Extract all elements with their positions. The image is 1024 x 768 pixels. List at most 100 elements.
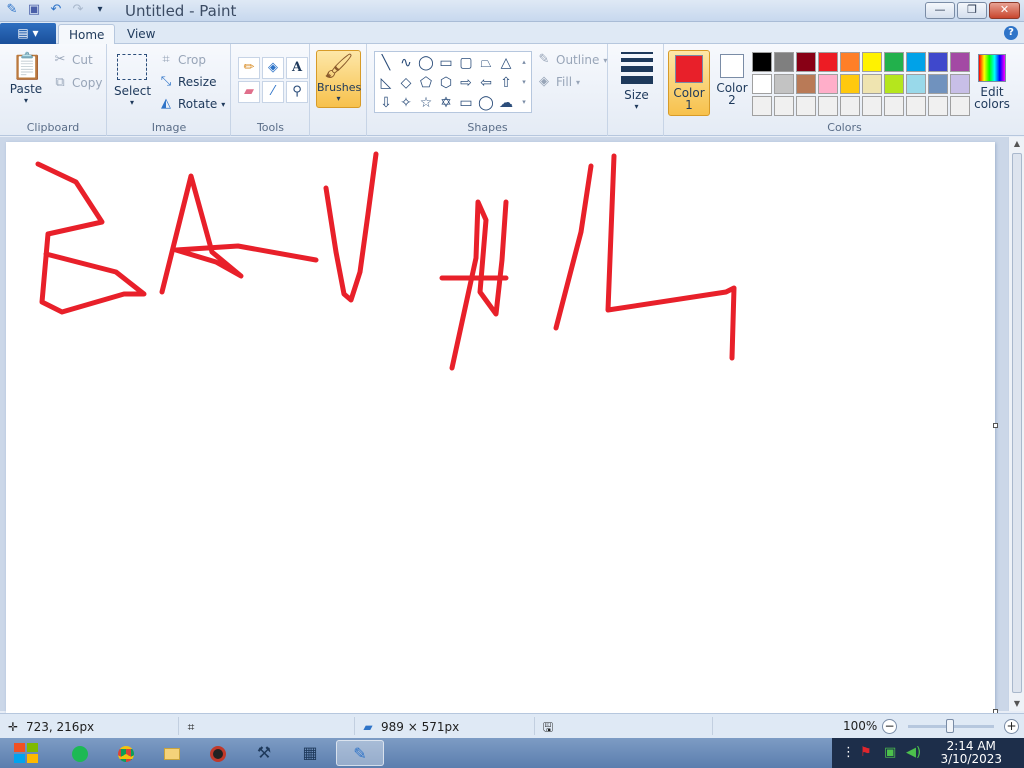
rotate-button[interactable]: ◭ Rotate ▾ — [158, 96, 225, 112]
color-picker-icon[interactable]: ⁄ — [262, 81, 284, 103]
close-button[interactable]: ✕ — [989, 2, 1020, 19]
palette-swatch[interactable] — [906, 52, 926, 72]
network-icon[interactable]: ▣ — [884, 745, 896, 760]
oval-callout-shape-icon[interactable]: ◯ — [476, 93, 496, 113]
brushes-button[interactable]: 🖌 Brushes ▾ — [316, 50, 361, 108]
tab-home[interactable]: Home — [58, 24, 116, 45]
virtualbox-icon[interactable]: ▦ — [290, 740, 330, 766]
start-button[interactable] — [4, 739, 50, 767]
palette-swatch[interactable] — [928, 52, 948, 72]
pentagon-shape-icon[interactable]: ⬠ — [416, 73, 436, 93]
palette-swatch[interactable] — [884, 96, 904, 116]
undo-icon[interactable]: ↶ — [48, 2, 64, 18]
palette-swatch[interactable] — [752, 74, 772, 94]
paint-taskbar-icon[interactable]: ✎ — [336, 740, 384, 766]
crop-button[interactable]: ⌗ Crop — [158, 52, 206, 68]
triangle-shape-icon[interactable]: △ — [496, 53, 516, 73]
clock[interactable]: 2:14 AM 3/10/2023 — [940, 740, 1002, 766]
action-center-flag-icon[interactable]: ⚑ — [860, 745, 872, 760]
color2-button[interactable]: Color 2 — [713, 54, 751, 116]
four-point-star-shape-icon[interactable]: ✧ — [396, 93, 416, 113]
palette-swatch[interactable] — [906, 96, 926, 116]
pencil-icon[interactable]: ✏ — [238, 57, 260, 79]
fill-button[interactable]: ◈ Fill ▾ — [536, 74, 580, 90]
text-icon[interactable]: A — [286, 57, 308, 79]
eraser-icon[interactable]: ▰ — [238, 81, 260, 103]
scroll-down-icon[interactable]: ▼ — [1009, 697, 1024, 711]
palette-swatch[interactable] — [840, 74, 860, 94]
palette-swatch[interactable] — [796, 96, 816, 116]
palette-swatch[interactable] — [774, 96, 794, 116]
palette-swatch[interactable] — [840, 96, 860, 116]
copy-button[interactable]: ⧉ Copy — [52, 75, 102, 91]
right-arrow-shape-icon[interactable]: ⇨ — [456, 73, 476, 93]
restore-button[interactable]: ❐ — [957, 2, 987, 19]
file-explorer-icon[interactable] — [152, 740, 192, 766]
zoom-in-icon[interactable]: + — [1004, 719, 1019, 734]
media-player-icon[interactable] — [198, 740, 238, 766]
drawing-canvas[interactable] — [6, 142, 995, 713]
vertical-scrollbar[interactable]: ▲ ▼ — [1008, 137, 1024, 711]
palette-swatch[interactable] — [884, 74, 904, 94]
redo-icon[interactable]: ↷ — [70, 2, 86, 18]
edit-colors-button[interactable]: Edit colors — [974, 54, 1010, 110]
resize-button[interactable]: ⤡ Resize — [158, 74, 217, 90]
zoom-slider-thumb[interactable] — [946, 719, 954, 733]
customize-qat-icon[interactable]: ▾ — [92, 2, 108, 18]
palette-swatch[interactable] — [774, 74, 794, 94]
magnifier-icon[interactable]: ⚲ — [286, 81, 308, 103]
tools-app-icon[interactable]: ⚒ — [244, 740, 284, 766]
palette-swatch[interactable] — [906, 74, 926, 94]
diamond-shape-icon[interactable]: ◇ — [396, 73, 416, 93]
palette-swatch[interactable] — [774, 52, 794, 72]
palette-swatch[interactable] — [862, 74, 882, 94]
spotify-icon[interactable] — [60, 740, 100, 766]
save-icon[interactable]: ▣ — [26, 2, 42, 18]
palette-swatch[interactable] — [818, 52, 838, 72]
palette-swatch[interactable] — [818, 74, 838, 94]
cloud-callout-shape-icon[interactable]: ☁ — [496, 93, 516, 113]
paint-app-icon[interactable]: ✎ — [4, 2, 20, 18]
fill-bucket-icon[interactable]: ◈ — [262, 57, 284, 79]
palette-swatch[interactable] — [884, 52, 904, 72]
rectangle-shape-icon[interactable]: ▭ — [436, 53, 456, 73]
resize-handle-right[interactable] — [993, 423, 998, 428]
palette-swatch[interactable] — [950, 74, 970, 94]
volume-icon[interactable]: ◀) — [906, 745, 921, 760]
color1-button[interactable]: Color 1 — [668, 50, 710, 116]
size-button[interactable]: Size ▾ — [609, 52, 664, 111]
outline-button[interactable]: ✎ Outline ▾ — [536, 52, 608, 68]
oval-shape-icon[interactable]: ◯ — [416, 53, 436, 73]
tab-view[interactable]: View — [117, 24, 165, 45]
minimize-button[interactable]: — — [925, 2, 955, 19]
line-shape-icon[interactable]: ╲ — [376, 53, 396, 73]
five-point-star-shape-icon[interactable]: ☆ — [416, 93, 436, 113]
down-arrow-shape-icon[interactable]: ⇩ — [376, 93, 396, 113]
palette-swatch[interactable] — [928, 74, 948, 94]
hexagon-shape-icon[interactable]: ⬡ — [436, 73, 456, 93]
palette-swatch[interactable] — [818, 96, 838, 116]
cut-button[interactable]: ✂ Cut — [52, 52, 93, 68]
file-menu-button[interactable]: ▤ ▾ — [0, 23, 56, 44]
curve-shape-icon[interactable]: ∿ — [396, 53, 416, 73]
palette-swatch[interactable] — [950, 96, 970, 116]
help-icon[interactable]: ? — [1004, 26, 1018, 40]
rect-callout-shape-icon[interactable]: ▭ — [456, 93, 476, 113]
left-arrow-shape-icon[interactable]: ⇦ — [476, 73, 496, 93]
polygon-shape-icon[interactable]: ⏢ — [476, 53, 496, 73]
palette-swatch[interactable] — [840, 52, 860, 72]
palette-swatch[interactable] — [862, 96, 882, 116]
scroll-up-icon[interactable]: ▲ — [1009, 137, 1024, 151]
palette-swatch[interactable] — [796, 74, 816, 94]
show-hidden-icons-icon[interactable]: ⋮ — [842, 745, 855, 760]
select-button[interactable]: Select ▾ — [114, 54, 151, 107]
palette-swatch[interactable] — [862, 52, 882, 72]
right-triangle-shape-icon[interactable]: ◺ — [376, 73, 396, 93]
zoom-out-icon[interactable]: − — [882, 719, 897, 734]
shapes-scroll[interactable]: ▴ ▾ ▾ — [518, 52, 530, 112]
paste-button[interactable]: 📋 Paste ▾ — [6, 52, 46, 105]
palette-swatch[interactable] — [752, 96, 772, 116]
scrollbar-thumb[interactable] — [1012, 153, 1022, 693]
six-point-star-shape-icon[interactable]: ✡ — [436, 93, 456, 113]
rounded-rectangle-shape-icon[interactable]: ▢ — [456, 53, 476, 73]
